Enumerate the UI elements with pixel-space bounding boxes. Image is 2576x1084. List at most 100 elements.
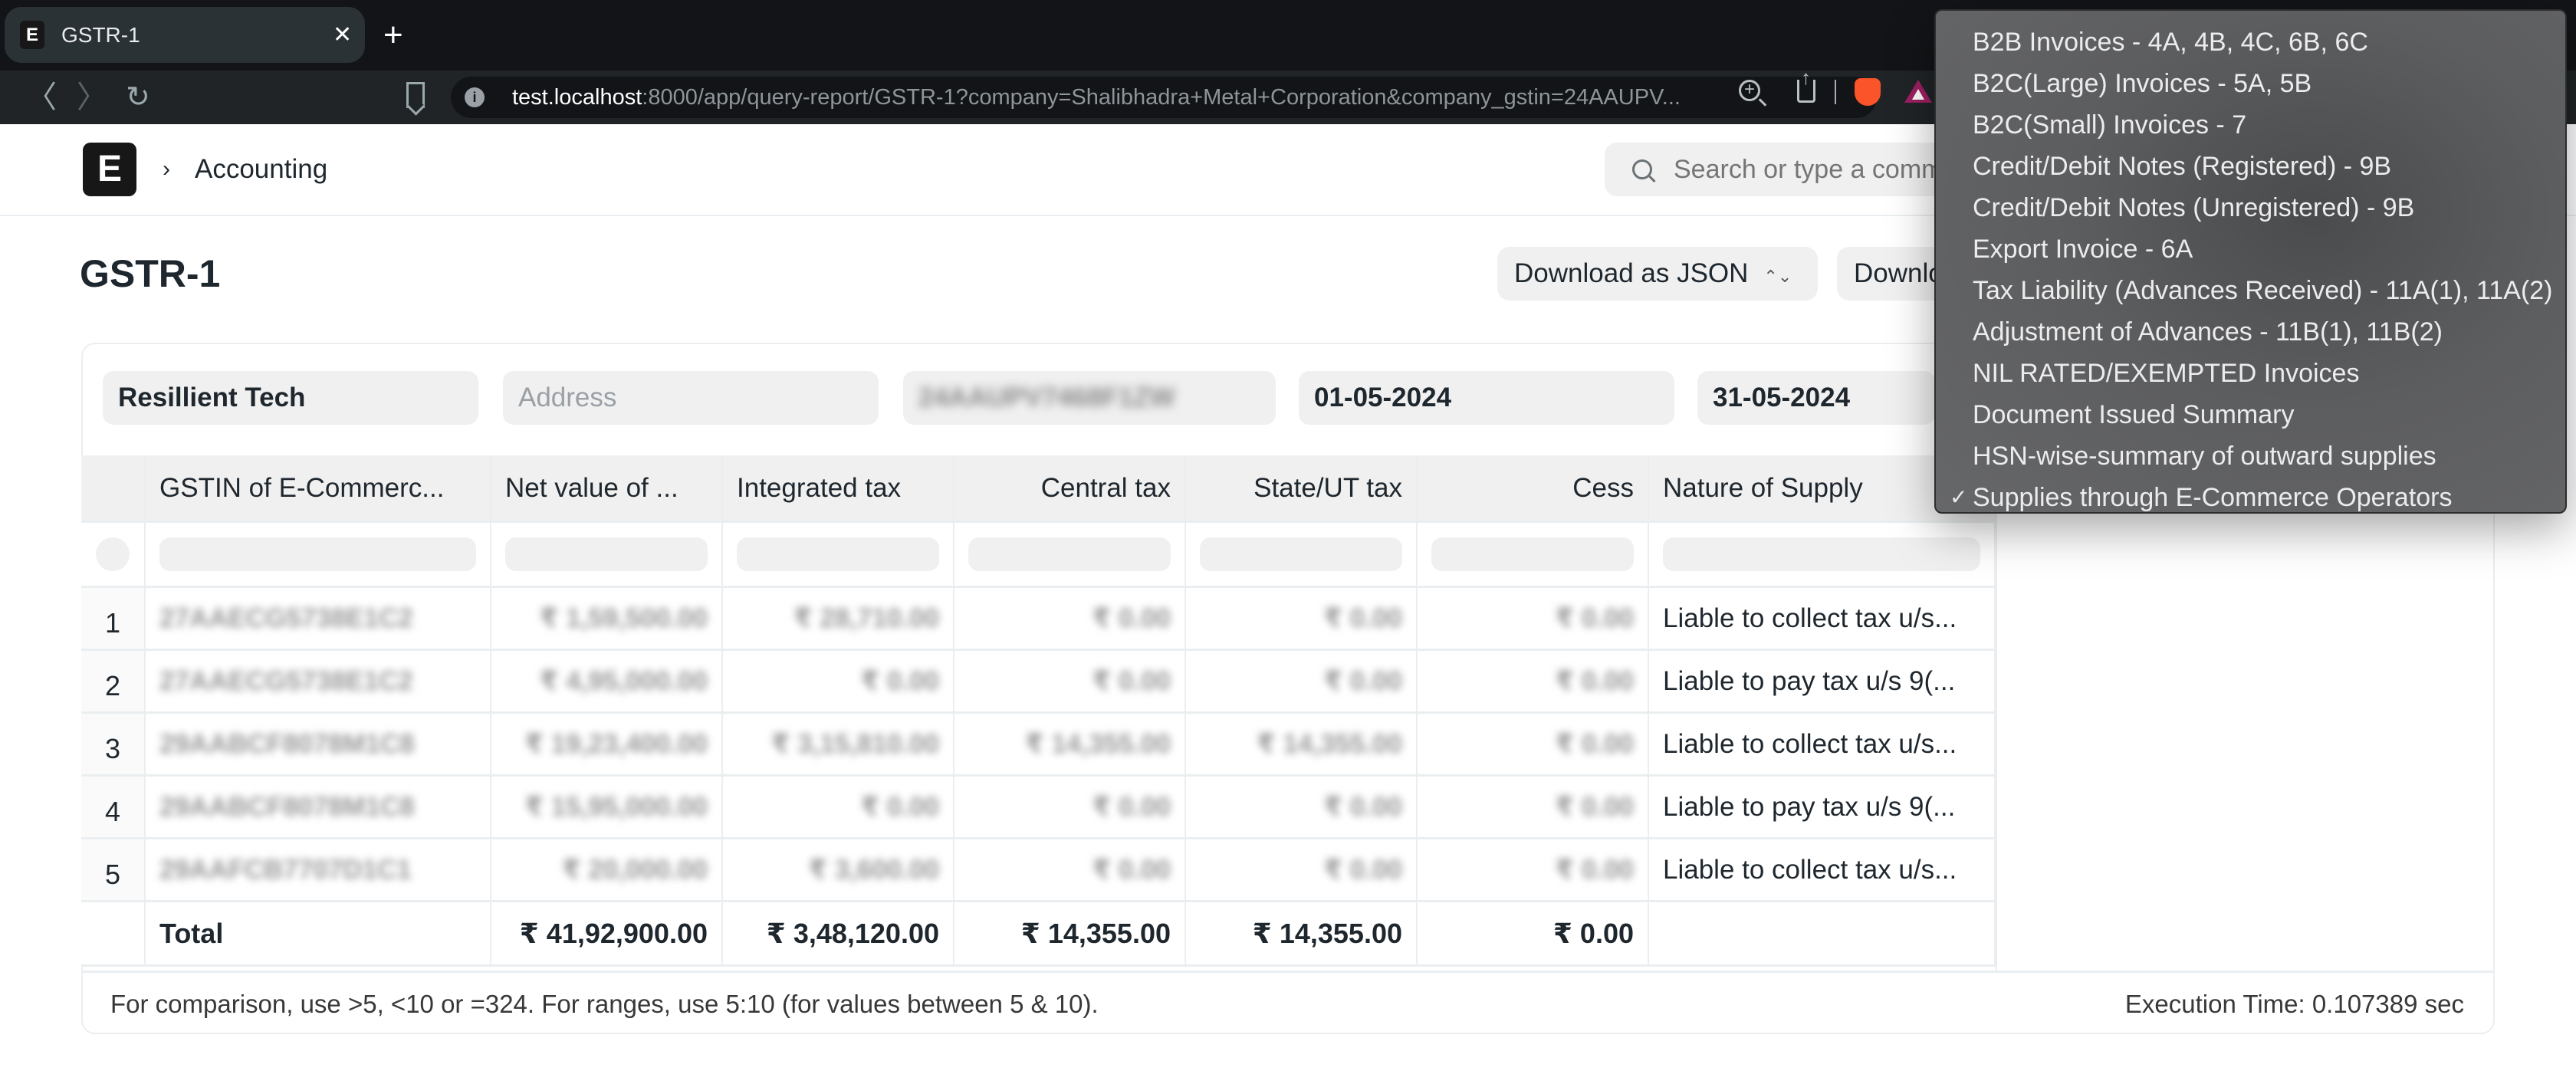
column-filter-input[interactable] <box>159 537 476 571</box>
forward-icon[interactable]: 〉 <box>77 71 107 124</box>
table-cell-cess[interactable]: ₹ 0.00 <box>1418 714 1649 774</box>
column-filter-input[interactable] <box>1200 537 1402 571</box>
table-cell-nature[interactable]: Liable to pay tax u/s 9(... <box>1649 651 1996 711</box>
awesomebar[interactable] <box>1605 143 1973 196</box>
table-cell-integrated-tax[interactable]: ₹ 0.00 <box>723 651 955 711</box>
dropdown-option[interactable]: ✓ Supplies through E-Commerce Operators <box>1936 477 2565 518</box>
zoom-in-icon[interactable]: + <box>1739 80 1760 101</box>
table-cell-net-value[interactable]: ₹ 15,95,000.00 <box>491 777 723 837</box>
address-bar[interactable]: i test.localhost:8000/app/query-report/G… <box>451 77 1877 118</box>
cell-value: ₹ 15,95,000.00 <box>524 791 708 822</box>
column-header[interactable]: GSTIN of E-Commerc... <box>146 455 491 521</box>
column-header[interactable]: Central tax <box>955 455 1186 521</box>
table-cell-state-tax[interactable]: ₹ 0.00 <box>1186 588 1418 649</box>
table-cell-integrated-tax[interactable]: ₹ 0.00 <box>723 777 955 837</box>
column-filter-input[interactable] <box>968 537 1171 571</box>
table-cell-central-tax[interactable]: ₹ 0.00 <box>955 651 1186 711</box>
brave-rewards-icon[interactable] <box>1904 80 1932 103</box>
table-cell-central-tax[interactable]: ₹ 0.00 <box>955 839 1186 900</box>
company-filter[interactable]: Resillient Tech <box>103 371 478 425</box>
bookmark-icon[interactable] <box>406 82 425 108</box>
dropdown-option[interactable]: B2C(Large) Invoices - 5A, 5B <box>1936 63 2565 104</box>
dropdown-option[interactable]: Credit/Debit Notes (Registered) - 9B <box>1936 146 2565 187</box>
reload-icon[interactable]: ↻ <box>126 71 150 124</box>
to-date-filter[interactable]: 31-05-2024 <box>1697 371 1935 425</box>
table-cell-cess[interactable]: ₹ 0.00 <box>1418 839 1649 900</box>
dropdown-option[interactable]: Tax Liability (Advances Received) - 11A(… <box>1936 270 2565 311</box>
cell-value: ₹ 14,355.00 <box>1025 728 1171 759</box>
total-central-tax: ₹ 14,355.00 <box>955 902 1186 964</box>
table-cell-net-value[interactable]: ₹ 4,95,000.00 <box>491 651 723 711</box>
company-gstin-filter[interactable]: 24AAUPV7468F1ZW <box>903 371 1276 425</box>
row-filter-pill[interactable] <box>96 537 130 571</box>
column-header[interactable]: Cess <box>1418 455 1649 521</box>
table-cell-gstin[interactable]: 29AABCF8078M1C8 <box>146 777 491 837</box>
table-cell-net-value[interactable]: ₹ 1,59,500.00 <box>491 588 723 649</box>
column-header[interactable]: Net value of ... <box>491 455 723 521</box>
table-cell-state-tax[interactable]: ₹ 14,355.00 <box>1186 714 1418 774</box>
column-filter-input[interactable] <box>1431 537 1634 571</box>
table-cell-integrated-tax[interactable]: ₹ 3,600.00 <box>723 839 955 900</box>
download-json-select[interactable]: Download as JSON ⌃⌄ <box>1497 247 1818 301</box>
table-cell-central-tax[interactable]: ₹ 0.00 <box>955 588 1186 649</box>
table-cell-gstin[interactable]: 27AAECG5738E1C2 <box>146 651 491 711</box>
tab-close-icon[interactable]: ✕ <box>333 7 352 63</box>
table-row[interactable]: 3 29AABCF8078M1C8 ₹ 19,23,400.00 ₹ 3,15,810… <box>81 714 1996 777</box>
column-header[interactable]: Integrated tax <box>723 455 955 521</box>
dropdown-option-label: Credit/Debit Notes (Registered) - 9B <box>1973 152 2392 181</box>
table-row[interactable]: 2 27AAECG5738E1C2 ₹ 4,95,000.00 ₹ 0.00 ₹ 0.0… <box>81 651 1996 714</box>
filter-cell <box>1186 523 1418 586</box>
brave-shields-icon[interactable] <box>1855 78 1881 106</box>
table-cell-net-value[interactable]: ₹ 19,23,400.00 <box>491 714 723 774</box>
table-cell-state-tax[interactable]: ₹ 0.00 <box>1186 777 1418 837</box>
dropdown-option-label: Document Issued Summary <box>1973 400 2295 429</box>
share-icon[interactable] <box>1797 66 1815 103</box>
browser-tab[interactable]: E GSTR-1 ✕ <box>5 7 365 63</box>
column-filter-input[interactable] <box>737 537 939 571</box>
dropdown-option[interactable]: Document Issued Summary <box>1936 394 2565 435</box>
dropdown-option[interactable]: HSN-wise-summary of outward supplies <box>1936 435 2565 477</box>
table-cell-nature[interactable]: Liable to pay tax u/s 9(... <box>1649 777 1996 837</box>
table-cell-gstin[interactable]: 29AABCF8078M1C8 <box>146 714 491 774</box>
table-cell-central-tax[interactable]: ₹ 0.00 <box>955 777 1186 837</box>
table-cell-gstin[interactable]: 27AAECG5738E1C2 <box>146 588 491 649</box>
table-cell-cess[interactable]: ₹ 0.00 <box>1418 777 1649 837</box>
table-row[interactable]: 5 29AAFCB7707D1C1 ₹ 20,000.00 ₹ 3,600.00 ₹ 0… <box>81 839 1996 902</box>
table-cell-nature[interactable]: Liable to collect tax u/s... <box>1649 714 1996 774</box>
table-row[interactable]: 1 27AAECG5738E1C2 ₹ 1,59,500.00 ₹ 28,710.00… <box>81 588 1996 651</box>
new-tab-button[interactable]: + <box>383 7 403 63</box>
dropdown-option[interactable]: Adjustment of Advances - 11B(1), 11B(2) <box>1936 311 2565 353</box>
column-filter-input[interactable] <box>1663 537 1980 571</box>
table-cell-state-tax[interactable]: ₹ 0.00 <box>1186 651 1418 711</box>
cell-value: ₹ 0.00 <box>1092 603 1171 633</box>
column-filter-input[interactable] <box>505 537 708 571</box>
table-cell-integrated-tax[interactable]: ₹ 28,710.00 <box>723 588 955 649</box>
app-logo-icon[interactable]: E <box>83 143 136 196</box>
table-cell-state-tax[interactable]: ₹ 0.00 <box>1186 839 1418 900</box>
cell-value: ₹ 0.00 <box>1323 854 1402 885</box>
column-header[interactable]: State/UT tax <box>1186 455 1418 521</box>
breadcrumb-accounting[interactable]: Accounting <box>195 124 327 215</box>
table-cell-net-value[interactable]: ₹ 20,000.00 <box>491 839 723 900</box>
report-type-dropdown[interactable]: B2B Invoices - 4A, 4B, 4C, 6B, 6C B2C(Lar… <box>1934 9 2567 514</box>
table-cell-cess[interactable]: ₹ 0.00 <box>1418 651 1649 711</box>
table-cell-integrated-tax[interactable]: ₹ 3,15,810.00 <box>723 714 955 774</box>
table-cell-nature[interactable]: Liable to collect tax u/s... <box>1649 588 1996 649</box>
table-row[interactable]: 4 29AABCF8078M1C8 ₹ 15,95,000.00 ₹ 0.00 ₹ 0.… <box>81 777 1996 839</box>
dropdown-option[interactable]: NIL RATED/EXEMPTED Invoices <box>1936 353 2565 394</box>
table-cell-nature[interactable]: Liable to collect tax u/s... <box>1649 839 1996 900</box>
table-cell-gstin[interactable]: 29AAFCB7707D1C1 <box>146 839 491 900</box>
search-input[interactable] <box>1674 143 1973 196</box>
table-cell-central-tax[interactable]: ₹ 14,355.00 <box>955 714 1186 774</box>
dropdown-option[interactable]: Credit/Debit Notes (Unregistered) - 9B <box>1936 187 2565 228</box>
site-info-icon[interactable]: i <box>465 87 485 107</box>
back-icon[interactable]: 〈 <box>26 71 57 124</box>
dropdown-option[interactable]: Export Invoice - 6A <box>1936 228 2565 270</box>
dropdown-option-label: NIL RATED/EXEMPTED Invoices <box>1973 359 2360 388</box>
url-text[interactable]: test.localhost:8000/app/query-report/GST… <box>512 77 1681 118</box>
dropdown-option[interactable]: B2C(Small) Invoices - 7 <box>1936 104 2565 146</box>
table-cell-cess[interactable]: ₹ 0.00 <box>1418 588 1649 649</box>
from-date-filter[interactable]: 01-05-2024 <box>1299 371 1674 425</box>
address-filter[interactable]: Address <box>503 371 879 425</box>
dropdown-option[interactable]: B2B Invoices - 4A, 4B, 4C, 6B, 6C <box>1936 21 2565 63</box>
